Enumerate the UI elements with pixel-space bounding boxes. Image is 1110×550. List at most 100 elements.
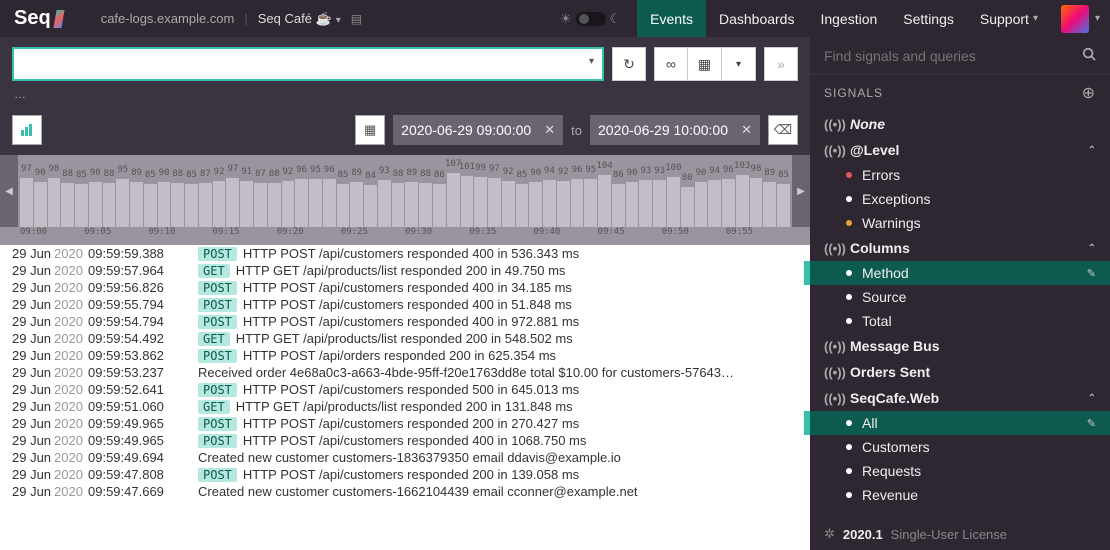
signal-group[interactable]: ((•))SeqCafe.Web⌃	[810, 385, 1110, 411]
gear-icon[interactable]: ✲	[824, 526, 835, 542]
histogram-bar[interactable]: 85	[75, 184, 88, 227]
histogram-bar[interactable]: 92	[502, 181, 515, 227]
event-row[interactable]: 29 Jun202009:59:53.237Received order 4e6…	[0, 364, 810, 381]
histogram-prev[interactable]: ◀	[0, 155, 18, 227]
histogram-bar[interactable]: 90	[158, 182, 171, 227]
histogram-bar[interactable]: 90	[89, 182, 102, 227]
histogram-bar[interactable]: 92	[282, 181, 295, 227]
search-icon[interactable]	[1082, 47, 1096, 64]
nav-settings[interactable]: Settings	[890, 0, 967, 37]
histogram-bar[interactable]: 88	[392, 183, 405, 227]
signal-item[interactable]: Exceptions✎	[810, 187, 1110, 211]
histogram-bar[interactable]: 86	[612, 184, 625, 227]
histogram-bar[interactable]: 94	[543, 180, 556, 227]
event-row[interactable]: 29 Jun202009:59:47.669Created new custom…	[0, 483, 810, 500]
signal-item[interactable]: Method✎	[810, 261, 1110, 285]
histogram-bar[interactable]: 95	[116, 179, 129, 227]
signal-item[interactable]: Total✎	[810, 309, 1110, 333]
logo[interactable]: Seq	[0, 7, 77, 30]
histogram-bar[interactable]: 87	[254, 183, 267, 227]
histogram-bar[interactable]: 88	[103, 183, 116, 227]
histogram-bar[interactable]: 93	[378, 180, 391, 227]
histogram-bar[interactable]: 84	[364, 185, 377, 227]
query-input[interactable]	[14, 49, 572, 79]
histogram-bar[interactable]: 88	[268, 183, 281, 227]
chart-icon[interactable]	[12, 115, 42, 145]
histogram-bar[interactable]: 98	[48, 178, 61, 227]
histogram-bar[interactable]: 98	[750, 178, 763, 227]
calendar-button[interactable]: ▦	[355, 115, 385, 145]
event-row[interactable]: 29 Jun202009:59:55.794POSTHTTP POST /api…	[0, 296, 810, 313]
histogram-bar[interactable]: 96	[722, 179, 735, 227]
histogram-bar[interactable]: 87	[199, 183, 212, 227]
histogram-bar[interactable]: 85	[185, 184, 198, 227]
event-row[interactable]: 29 Jun202009:59:54.794POSTHTTP POST /api…	[0, 313, 810, 330]
histogram-bar[interactable]: 90	[626, 182, 639, 227]
signal-group[interactable]: ((•))Orders Sent	[810, 359, 1110, 385]
event-row[interactable]: 29 Jun202009:59:53.862POSTHTTP POST /api…	[0, 347, 810, 364]
histogram-bar[interactable]: 92	[557, 181, 570, 227]
event-row[interactable]: 29 Jun202009:59:49.694Created new custom…	[0, 449, 810, 466]
signal-item[interactable]: Warnings✎	[810, 211, 1110, 235]
histogram-bar[interactable]: 95	[584, 179, 597, 227]
histogram-bar[interactable]: 89	[763, 182, 776, 227]
event-row[interactable]: 29 Jun202009:59:56.826POSTHTTP POST /api…	[0, 279, 810, 296]
signal-item[interactable]: Revenue✎	[810, 483, 1110, 507]
histogram-bar[interactable]: 97	[20, 178, 33, 227]
histogram-bar[interactable]: 100	[667, 177, 680, 227]
nav-ingestion[interactable]: Ingestion	[807, 0, 890, 37]
histogram-bar[interactable]: 97	[488, 178, 501, 227]
histogram-bar[interactable]: 86	[433, 184, 446, 227]
edit-icon[interactable]: ✎	[1087, 267, 1096, 280]
clear-range-button[interactable]: ⌫	[768, 115, 798, 145]
signal-group[interactable]: ((•))Message Bus	[810, 333, 1110, 359]
overflow-button[interactable]: »	[764, 47, 798, 81]
histogram-bar[interactable]: 85	[777, 184, 790, 227]
link-button[interactable]: ∞	[654, 47, 688, 81]
signal-item[interactable]: Errors✎	[810, 163, 1110, 187]
histogram-bar[interactable]: 88	[61, 183, 74, 227]
event-row[interactable]: 29 Jun202009:59:51.060GETHTTP GET /api/p…	[0, 398, 810, 415]
histogram-bar[interactable]: 89	[405, 182, 418, 227]
chevron-down-icon[interactable]: ▾	[589, 56, 594, 67]
histogram-bar[interactable]: 88	[171, 183, 184, 227]
signals-search-input[interactable]	[824, 48, 1082, 64]
more-button[interactable]: ▾	[722, 47, 756, 81]
histogram-bar[interactable]: 90	[34, 182, 47, 227]
histogram-bar[interactable]: 101	[461, 176, 474, 227]
histogram-bar[interactable]: 93	[639, 180, 652, 227]
signal-item[interactable]: Requests✎	[810, 459, 1110, 483]
histogram-bar[interactable]: 80	[681, 187, 694, 227]
histogram-bar[interactable]: 90	[529, 182, 542, 227]
histogram-bar[interactable]: 99	[474, 177, 487, 227]
close-icon[interactable]: ✕	[544, 122, 555, 138]
theme-toggle[interactable]: ☀ ☾	[560, 11, 621, 27]
refresh-button[interactable]: ↻	[612, 47, 646, 81]
add-signal-button[interactable]: ⊕	[1082, 83, 1096, 103]
signal-group[interactable]: ((•))None	[810, 111, 1110, 137]
event-row[interactable]: 29 Jun202009:59:59.388POSTHTTP POST /api…	[0, 245, 810, 262]
histogram-bar[interactable]: 96	[571, 179, 584, 227]
signal-group[interactable]: ((•))Columns⌃	[810, 235, 1110, 261]
histogram-bar[interactable]: 96	[323, 179, 336, 227]
signal-item[interactable]: All✎	[810, 411, 1110, 435]
histogram-bar[interactable]: 92	[213, 181, 226, 227]
close-icon[interactable]: ✕	[741, 122, 752, 138]
time-to[interactable]: 2020-06-29 10:00:00✕	[590, 115, 760, 145]
event-row[interactable]: 29 Jun202009:59:54.492GETHTTP GET /api/p…	[0, 330, 810, 347]
histogram-bar[interactable]: 91	[240, 181, 253, 227]
histogram-bar[interactable]: 96	[295, 179, 308, 227]
histogram-bar[interactable]: 88	[419, 183, 432, 227]
histogram-bar[interactable]: 103	[736, 175, 749, 227]
signal-group[interactable]: ((•))@Level⌃	[810, 137, 1110, 163]
edit-icon[interactable]: ✎	[1087, 417, 1096, 430]
histogram-bar[interactable]: 89	[130, 182, 143, 227]
nav-events[interactable]: Events	[637, 0, 706, 37]
signal-item[interactable]: Source✎	[810, 285, 1110, 309]
histogram-bar[interactable]: 94	[708, 180, 721, 227]
user-menu[interactable]: ▾	[1051, 5, 1110, 33]
histogram-bar[interactable]: 107	[447, 173, 460, 227]
event-row[interactable]: 29 Jun202009:59:47.808POSTHTTP POST /api…	[0, 466, 810, 483]
histogram[interactable]: ◀ 97909888859088958985908885879297918788…	[0, 155, 810, 227]
event-row[interactable]: 29 Jun202009:59:49.965POSTHTTP POST /api…	[0, 432, 810, 449]
